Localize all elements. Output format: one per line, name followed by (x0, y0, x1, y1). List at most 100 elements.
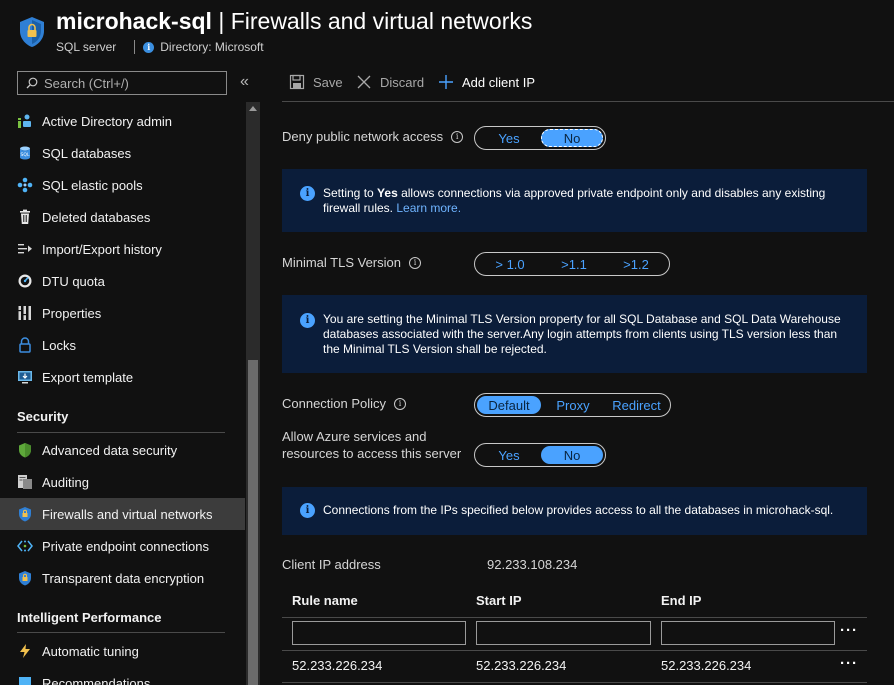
sidebar-item-locks[interactable]: Locks (0, 329, 245, 361)
info-icon: i (300, 313, 315, 328)
connection-policy-default[interactable]: Default (477, 396, 541, 414)
sidebar-item-label: SQL elastic pools (42, 177, 143, 193)
info-icon: i (300, 186, 315, 201)
section-divider (17, 432, 225, 433)
minimal-tls-label: Minimal TLS Version i (282, 255, 421, 270)
allow-azure-services-label: Allow Azure services and resources to ac… (282, 429, 462, 461)
sidebar-item-label: Transparent data encryption (42, 570, 205, 586)
info-text-part: Setting to (323, 186, 378, 200)
allow-azure-services-toggle[interactable]: Yes No (474, 443, 606, 467)
allow-azure-no-option[interactable]: No (541, 446, 603, 464)
save-button[interactable]: Save (289, 74, 343, 90)
sidebar-item-label: Properties (42, 305, 102, 321)
scrollbar-thumb[interactable] (248, 360, 258, 685)
resource-name: microhack-sql (56, 8, 212, 34)
shield-green-icon (17, 442, 33, 458)
info-icon: i (300, 503, 315, 518)
sidebar-item-sql-elastic-pools[interactable]: SQL elastic pools (0, 169, 245, 201)
sidebar-item-dtu-quota[interactable]: DTU quota (0, 265, 245, 297)
deny-public-access-toggle[interactable]: Yes No (474, 126, 606, 150)
svg-text:SQL: SQL (21, 152, 30, 158)
sidebar-item-recommendations[interactable]: Recommendations (0, 667, 245, 685)
add-client-ip-label: Add client IP (462, 74, 535, 90)
deny-public-access-label: Deny public network access i (282, 129, 464, 144)
table-row-divider (282, 682, 867, 683)
page-title: microhack-sql | Firewalls and virtual ne… (56, 8, 532, 35)
sidebar-item-properties[interactable]: Properties (0, 297, 245, 329)
elastic-pool-icon (17, 177, 33, 193)
learn-more-link[interactable]: Learn more. (396, 201, 461, 215)
connection-policy-proxy[interactable]: Proxy (541, 396, 605, 414)
import-export-icon (17, 241, 33, 257)
deny-public-no-option[interactable]: No (541, 129, 603, 147)
discard-label: Discard (380, 74, 425, 90)
new-rule-name-input[interactable] (292, 621, 466, 645)
info-tooltip-icon[interactable]: i (451, 130, 464, 143)
sql-database-icon: SQL (17, 145, 33, 161)
column-header-end-ip: End IP (661, 593, 702, 608)
scroll-up-arrow[interactable] (249, 106, 257, 111)
export-template-icon (17, 369, 33, 385)
sidebar-item-label: Locks (42, 337, 76, 353)
new-row-more-button[interactable]: ··· (840, 622, 858, 639)
encryption-shield-icon (17, 570, 33, 586)
ad-admin-icon (17, 113, 33, 129)
sidebar-item-label: SQL databases (42, 145, 132, 161)
sidebar-item-auditing[interactable]: Auditing (0, 466, 245, 498)
tls-info-text: You are setting the Minimal TLS Version … (323, 312, 841, 356)
firewall-shield-icon (17, 506, 33, 522)
sidebar-item-sql-databases[interactable]: SQL SQL databases (0, 137, 245, 169)
connection-policy-redirect[interactable]: Redirect (605, 396, 668, 414)
trash-icon (17, 209, 33, 225)
info-tooltip-icon[interactable]: i (394, 397, 407, 410)
new-start-ip-input[interactable] (476, 621, 651, 645)
sidebar-item-export-template[interactable]: Export template (0, 361, 245, 393)
sidebar-scrollbar[interactable] (246, 102, 260, 685)
ip-access-info-text: Connections from the IPs specified below… (323, 503, 834, 517)
tls-option-1-1[interactable]: >1.1 (543, 255, 605, 273)
sidebar-item-label: Firewalls and virtual networks (42, 506, 213, 522)
tls-info-banner: i You are setting the Minimal TLS Versio… (282, 295, 867, 373)
connection-policy-selector[interactable]: Default Proxy Redirect (474, 393, 671, 417)
allow-azure-yes-option[interactable]: Yes (477, 446, 541, 464)
quota-gauge-icon (17, 273, 33, 289)
command-bar: Save Discard Add client IP (282, 62, 894, 102)
rule-row-more-button[interactable]: ··· (840, 655, 858, 672)
tls-option-1-2[interactable]: >1.2 (605, 255, 667, 273)
recommendations-icon (17, 675, 33, 685)
rule-name-cell: 52.233.226.234 (292, 658, 383, 673)
resource-menu: « Active Directory admin SQL SQL databas… (0, 62, 262, 685)
add-client-ip-button[interactable]: Add client IP (438, 74, 535, 90)
end-ip-cell: 52.233.226.234 (661, 658, 752, 673)
sidebar-item-label: Auditing (42, 474, 89, 490)
deny-public-yes-option[interactable]: Yes (477, 129, 541, 147)
column-header-rule-name: Rule name (292, 593, 358, 608)
sidebar-item-active-directory-admin[interactable]: Active Directory admin (0, 105, 245, 137)
sidebar-item-label: Deleted databases (42, 209, 151, 225)
minimal-tls-text: Minimal TLS Version (282, 255, 401, 270)
resource-subtitle: SQL server i Directory: Microsoft (56, 40, 264, 54)
sidebar-item-private-endpoint-connections[interactable]: Private endpoint connections (0, 530, 245, 562)
save-label: Save (313, 74, 343, 90)
discard-button[interactable]: Discard (356, 74, 424, 90)
collapse-menu-button[interactable]: « (240, 73, 249, 91)
sidebar-item-label: Private endpoint connections (42, 538, 209, 554)
table-row-divider (282, 650, 867, 651)
blade-title: | Firewalls and virtual networks (218, 8, 533, 34)
info-tooltip-icon[interactable]: i (408, 256, 421, 269)
tls-option-1-0[interactable]: > 1.0 (477, 255, 543, 273)
sidebar-item-label: Import/Export history (42, 241, 162, 257)
minimal-tls-selector[interactable]: > 1.0 >1.1 >1.2 (474, 252, 670, 276)
sidebar-item-deleted-databases[interactable]: Deleted databases (0, 201, 245, 233)
sidebar-item-advanced-data-security[interactable]: Advanced data security (0, 434, 245, 466)
menu-search-input[interactable] (44, 75, 214, 91)
sidebar-item-transparent-data-encryption[interactable]: Transparent data encryption (0, 562, 245, 594)
sidebar-item-firewalls-and-virtual-networks[interactable]: Firewalls and virtual networks (0, 498, 245, 530)
deny-public-info-text: Setting to Yes allows connections via ap… (323, 186, 855, 216)
plus-icon (438, 74, 454, 90)
menu-search-box[interactable] (17, 71, 227, 95)
sidebar-item-import-export-history[interactable]: Import/Export history (0, 233, 245, 265)
sidebar-item-automatic-tuning[interactable]: Automatic tuning (0, 635, 245, 667)
sidebar-item-label: DTU quota (42, 273, 105, 289)
new-end-ip-input[interactable] (661, 621, 835, 645)
